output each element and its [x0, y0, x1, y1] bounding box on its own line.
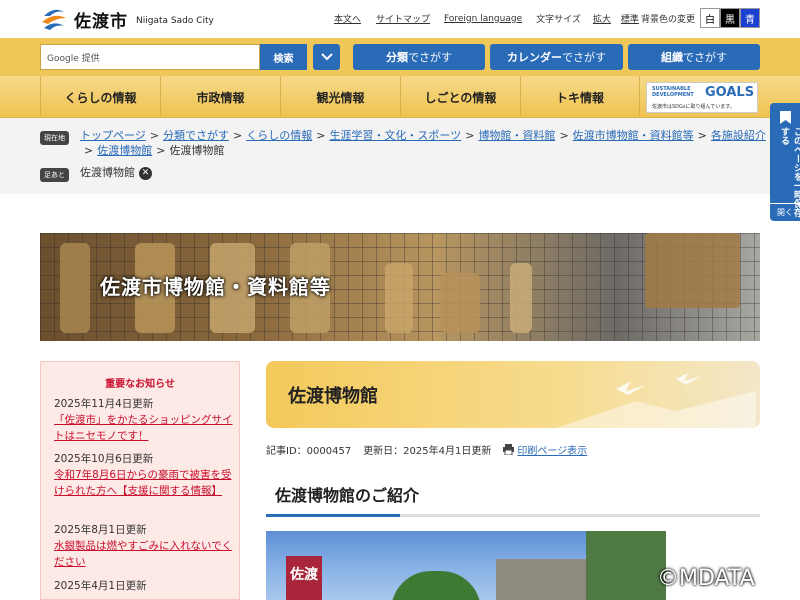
open-saved-button[interactable]: 開く	[770, 203, 800, 221]
bg-black-button[interactable]: 黒	[720, 8, 740, 28]
section-divider	[266, 514, 760, 517]
nav-item-business[interactable]: しごとの情報	[400, 76, 520, 118]
page-title: 佐渡博物館	[288, 386, 378, 407]
footprint-item[interactable]: 佐渡博物館	[80, 166, 135, 179]
sdgs-text: SUSTAINABLE DEVELOPMENT	[652, 86, 694, 98]
nav-item-toki[interactable]: トキ情報	[520, 76, 640, 118]
current-location-tag: 現在地	[40, 131, 69, 145]
site-header: 佐渡市 Niigata Sado City 本文へ サイトマップ Foreign…	[0, 0, 800, 38]
bg-white-button[interactable]: 白	[700, 8, 720, 28]
font-size-label: 文字サイズ	[536, 15, 581, 25]
sdgs-line1b: DEVELOPMENT	[652, 92, 694, 98]
breadcrumb-current: 佐渡博物館	[169, 144, 225, 157]
search-button[interactable]: 検索	[260, 44, 307, 70]
updated-date: 更新日：2025年4月1日更新	[363, 446, 492, 457]
search-options-dropdown[interactable]	[313, 44, 340, 70]
tree-image	[391, 571, 481, 600]
search-by-calendar-button[interactable]: カレンダー でさがす	[490, 44, 623, 70]
skip-to-content-link[interactable]: 本文へ	[334, 12, 361, 25]
breadcrumb-sado-museums[interactable]: 佐渡市博物館・資料館等	[573, 129, 694, 142]
straw-item-image	[440, 273, 480, 333]
breadcrumb-category[interactable]: 分類でさがす	[163, 129, 229, 142]
breadcrumb: トップページ > 分類でさがす > くらしの情報 > 生涯学習・文化・スポーツ > 博物館・資料…	[80, 129, 766, 157]
sdgs-caption: 佐渡市はSDGsに取り組んでいます。	[652, 104, 735, 110]
bg-blue-button[interactable]: 青	[740, 8, 760, 28]
site-logo[interactable]: 佐渡市 Niigata Sado City	[40, 6, 214, 32]
important-notices: 重要なお知らせ 2025年11月4日更新 「佐渡市」をかたるショッピングサイトは…	[40, 361, 240, 600]
notice-date: 2025年4月1日更新	[54, 580, 147, 592]
search-placeholder: Google 提供	[47, 54, 100, 64]
nav-item-tourism[interactable]: 観光情報	[280, 76, 400, 118]
list-item: 2025年4月1日更新	[54, 578, 234, 594]
site-name: 佐渡市	[74, 11, 128, 32]
list-item: 2025年8月1日更新 水銀製品は燃やすごみに入れないでください	[54, 522, 234, 570]
straw-item-image	[510, 263, 532, 333]
print-page-link[interactable]: 印刷ページ表示	[517, 442, 587, 457]
hero-title: 佐渡市博物館・資料館等	[100, 275, 331, 299]
breadcrumb-top[interactable]: トップページ	[80, 129, 146, 142]
search-by-category-button[interactable]: 分類 でさがす	[353, 44, 485, 70]
breadcrumb-museums[interactable]: 博物館・資料館	[478, 129, 555, 142]
sitemap-link[interactable]: サイトマップ	[376, 12, 430, 25]
category-label-bold: 分類	[386, 51, 408, 64]
notice-title: 重要なお知らせ	[105, 379, 175, 390]
nav-item-city-government[interactable]: 市政情報	[160, 76, 280, 118]
calendar-label-rest: でさがす	[562, 51, 606, 64]
section-heading: 佐渡博物館のご紹介	[275, 486, 420, 505]
bg-color-switcher: 白 黒 青	[700, 8, 760, 28]
article-meta: 記事ID：0000457 更新日：2025年4月1日更新 印刷ページ表示	[266, 442, 587, 457]
footprint-tag: 足あと	[40, 168, 69, 182]
hero-banner: 佐渡市博物館・資料館等	[40, 233, 760, 341]
notice-date: 2025年11月4日更新	[54, 398, 154, 410]
sado-logo-icon	[40, 6, 68, 32]
utility-links: 本文へ サイトマップ Foreign language 文字サイズ 拡大 標準	[334, 12, 639, 26]
list-item: 2025年10月6日更新 令和7年8月6日からの豪雨で被害を受けられた方へ【支援…	[54, 451, 234, 499]
tree-image	[586, 531, 666, 600]
notice-link[interactable]: 「佐渡市」をかたるショッピングサイトはニセモノです！	[54, 414, 233, 442]
straw-item-image	[385, 263, 413, 333]
save-page-tab[interactable]: このページを一時保存する 開く	[770, 103, 800, 221]
list-item: 2025年11月4日更新 「佐渡市」をかたるショッピングサイトはニセモノです！	[54, 396, 234, 444]
crane-decoration-icon	[556, 373, 756, 428]
search-by-organization-button[interactable]: 組織 でさがす	[628, 44, 760, 70]
watermark: ©MDATA	[657, 566, 755, 591]
foreign-language-link[interactable]: Foreign language	[444, 14, 522, 24]
article-id: 記事ID：0000457	[266, 446, 352, 457]
search-input[interactable]: Google 提供	[40, 44, 260, 70]
org-label-bold: 組織	[661, 51, 683, 64]
notice-link[interactable]: 水銀製品は燃やすごみに入れないでください	[54, 540, 232, 568]
museum-sign: 佐渡	[286, 556, 322, 600]
sdgs-goals: GOALS	[705, 85, 755, 100]
printer-icon	[503, 444, 515, 455]
museum-photo: 佐渡	[266, 531, 666, 600]
breadcrumb-facilities[interactable]: 各施設紹介	[711, 129, 766, 142]
breadcrumb-living[interactable]: くらしの情報	[246, 129, 312, 142]
bg-color-label: 背景色の変更	[641, 15, 696, 25]
page-title-banner: 佐渡博物館	[266, 361, 760, 428]
nav-item-living[interactable]: くらしの情報	[40, 76, 160, 118]
font-size-standard-link[interactable]: 標準	[621, 12, 639, 25]
chevron-down-icon	[320, 53, 333, 61]
breadcrumb-lifelong-learning[interactable]: 生涯学習・文化・スポーツ	[329, 129, 461, 142]
font-size-large-link[interactable]: 拡大	[593, 12, 611, 25]
footprint-list: 佐渡博物館 ✕	[80, 165, 152, 180]
notice-date: 2025年8月1日更新	[54, 524, 147, 536]
basket-image	[645, 233, 740, 308]
site-sub-name: Niigata Sado City	[136, 16, 214, 26]
close-icon[interactable]: ✕	[139, 166, 152, 180]
straw-item-image	[60, 243, 90, 333]
calendar-label-bold: カレンダー	[507, 51, 562, 64]
bookmark-icon	[780, 111, 791, 124]
breadcrumb-area: 現在地 トップページ > 分類でさがす > くらしの情報 > 生涯学習・文化・スポーツ > 博物…	[0, 118, 800, 194]
search-bar: Google 提供 検索 分類 でさがす カレンダー でさがす 組織 でさがす	[0, 38, 800, 76]
breadcrumb-sado-museum[interactable]: 佐渡博物館	[97, 144, 152, 157]
sdgs-banner[interactable]: SUSTAINABLE DEVELOPMENT GOALS 佐渡市はSDGsに取り…	[646, 82, 758, 113]
notice-date: 2025年10月6日更新	[54, 453, 154, 465]
category-label-rest: でさがす	[408, 51, 452, 64]
notice-link[interactable]: 令和7年8月6日からの豪雨で被害を受けられた方へ【支援に関する情報】	[54, 469, 232, 497]
org-label-rest: でさがす	[683, 51, 727, 64]
